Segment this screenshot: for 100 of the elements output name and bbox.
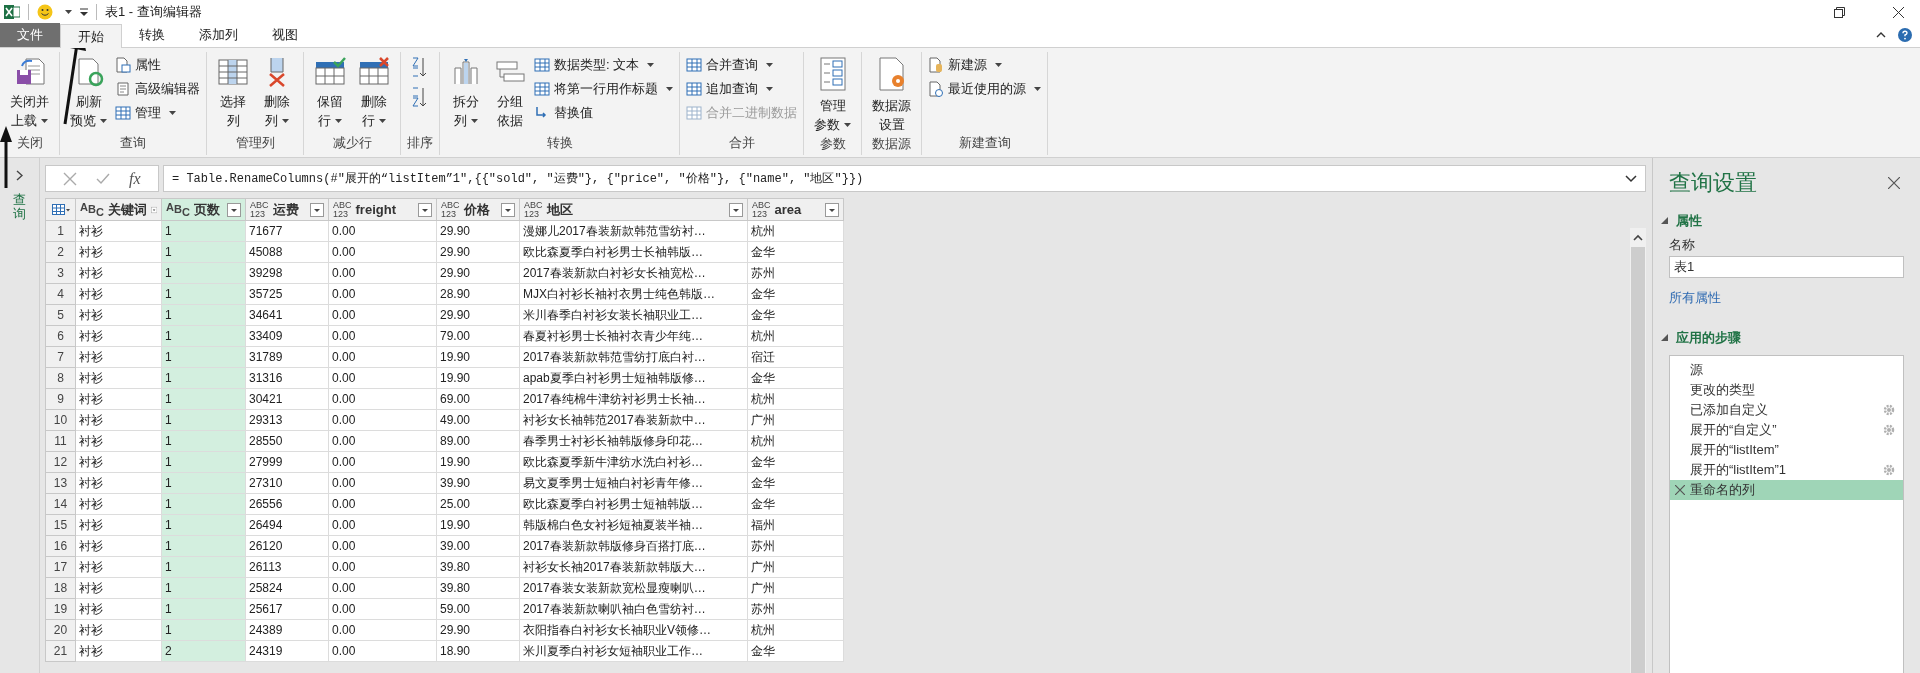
- table-cell: 漫娜儿2017春装新款韩范雪纺衬…: [520, 221, 748, 242]
- filter-dropdown-icon[interactable]: [310, 202, 324, 217]
- close-icon[interactable]: [1888, 176, 1900, 189]
- table-menu-icon[interactable]: [51, 203, 70, 216]
- name-field[interactable]: 表1: [1669, 256, 1904, 278]
- sort-ascending-icon[interactable]: [411, 56, 427, 78]
- ribbon-menu-button[interactable]: 数据类型: 文本: [534, 54, 673, 75]
- caret-icon: [335, 118, 342, 123]
- table-cell: 19.90: [437, 515, 520, 536]
- filter-dropdown-icon[interactable]: [501, 202, 515, 217]
- ribbon-button[interactable]: 拆分 列: [446, 52, 486, 130]
- step-item[interactable]: 更改的类型: [1670, 380, 1903, 400]
- table-cell: 0.00: [329, 473, 437, 494]
- ribbon-menu-button[interactable]: 新建源: [928, 54, 1041, 75]
- any-type-icon[interactable]: ABC 123: [250, 200, 269, 219]
- table-cell: 0.00: [329, 557, 437, 578]
- any-type-icon[interactable]: ABC 123: [752, 200, 771, 219]
- table-cell: 25617: [246, 599, 329, 620]
- any-type-icon[interactable]: ABC 123: [524, 200, 543, 219]
- text-type-icon[interactable]: ABC: [166, 201, 190, 218]
- step-item[interactable]: 源: [1670, 360, 1903, 380]
- ribbon-button[interactable]: 管理 参数: [810, 52, 855, 134]
- sort-descending-icon[interactable]: [411, 86, 427, 108]
- filter-dropdown-icon[interactable]: [418, 202, 432, 217]
- ribbon-menu-button[interactable]: 管理: [115, 102, 200, 123]
- step-item[interactable]: 展开的“自定义”: [1670, 420, 1903, 440]
- help-icon[interactable]: [1898, 28, 1912, 42]
- formula-field[interactable]: = Table.RenameColumns(#"展开的“listItem”1",{{"sold", "运费"}, {"price", "价格"}, {"name", "地区"}}): [163, 165, 1646, 192]
- queries-pane-label[interactable]: 查询: [13, 193, 26, 222]
- customize-toolbar-icon[interactable]: [80, 8, 88, 16]
- row-number: 12: [46, 452, 76, 473]
- row-number: 10: [46, 410, 76, 431]
- step-item[interactable]: 已添加自定义: [1670, 400, 1903, 420]
- step-item[interactable]: 展开的“listItem”: [1670, 440, 1903, 460]
- table-cell: 1: [162, 431, 246, 452]
- ribbon-menu-button[interactable]: 高级编辑器: [115, 78, 200, 99]
- table-cell: 1: [162, 473, 246, 494]
- ribbon-button[interactable]: 保留 行: [310, 52, 350, 130]
- column-header[interactable]: ABC 页数: [162, 199, 246, 221]
- ribbon-button[interactable]: 删除 行: [354, 52, 394, 130]
- expand-chevron-icon[interactable]: [1625, 174, 1637, 183]
- table-cell: 苏州: [748, 599, 844, 620]
- table-cell: 19.90: [437, 368, 520, 389]
- collapse-ribbon-icon[interactable]: [1876, 32, 1886, 38]
- filter-dropdown-icon[interactable]: [729, 202, 743, 217]
- filter-dropdown-icon[interactable]: [825, 202, 839, 217]
- ribbon-button[interactable]: 选择 列: [213, 52, 253, 130]
- table-cell: 29.90: [437, 263, 520, 284]
- function-label[interactable]: fx: [129, 166, 141, 191]
- ribbon-button[interactable]: 数据源 设置: [868, 52, 915, 134]
- table-cell: 米川春季白衬衫女装长袖职业工…: [520, 305, 748, 326]
- table-cell: 35725: [246, 284, 329, 305]
- ribbon-tab[interactable]: 添加列: [182, 23, 255, 47]
- ribbon-menu-button[interactable]: 属性: [115, 54, 200, 75]
- spreadsheet-logo-icon[interactable]: [4, 4, 20, 20]
- ribbon-tab[interactable]: 转换: [122, 23, 182, 47]
- table-cell: 2017春装女装新款宽松显瘦喇叭…: [520, 578, 748, 599]
- all-properties-link[interactable]: 所有属性: [1669, 288, 1721, 308]
- ribbon-button[interactable]: 删除 列: [257, 52, 297, 130]
- ribbon-button[interactable]: 关闭并 上载: [6, 52, 53, 130]
- script-icon: [115, 80, 131, 97]
- ribbon-tab[interactable]: 视图: [255, 23, 315, 47]
- filter-dropdown-icon[interactable]: [227, 202, 241, 217]
- ribbon-button[interactable]: 刷新 预览: [66, 52, 111, 130]
- scroll-up-icon[interactable]: [1633, 234, 1643, 241]
- ribbon-menu-button[interactable]: 替换值: [534, 102, 673, 123]
- row-number: 13: [46, 473, 76, 494]
- ribbon-menu-button[interactable]: 最近使用的源: [928, 78, 1041, 99]
- step-item[interactable]: 展开的“listItem”1: [1670, 460, 1903, 480]
- expand-chevron-icon[interactable]: [16, 170, 23, 181]
- table-cell: 1: [162, 410, 246, 431]
- row-number: 18: [46, 578, 76, 599]
- ribbon-menu-button[interactable]: 合并查询: [686, 54, 797, 75]
- ribbon-tab[interactable]: 文件: [0, 23, 60, 47]
- any-type-icon[interactable]: ABC 123: [441, 200, 460, 219]
- text-type-icon[interactable]: ABC: [80, 201, 104, 218]
- table-cell: 27999: [246, 452, 329, 473]
- restore-window-icon[interactable]: [1834, 6, 1845, 18]
- expand-triangle-icon[interactable]: [1661, 217, 1668, 225]
- scrollbar[interactable]: [1630, 228, 1646, 673]
- any-type-icon[interactable]: ABC 123: [333, 200, 352, 219]
- table-cell: 31789: [246, 347, 329, 368]
- table-cell: 1: [162, 242, 246, 263]
- table-check-icon: [314, 56, 346, 88]
- table-cell: 0.00: [329, 641, 437, 662]
- close-window-icon[interactable]: [1893, 6, 1904, 18]
- ribbon-button[interactable]: 分组 依据: [490, 52, 530, 130]
- smiley-icon[interactable]: [37, 4, 53, 20]
- table-cell: 1: [162, 368, 246, 389]
- expand-triangle-icon[interactable]: [1661, 333, 1668, 341]
- table-cell: 衬衫女长袖韩范2017春装新款中…: [520, 410, 748, 431]
- ribbon-tab[interactable]: 开始: [60, 24, 122, 48]
- delete-step-icon[interactable]: [1675, 485, 1685, 495]
- table-cell: 69.00: [437, 389, 520, 410]
- check-icon[interactable]: [96, 171, 111, 186]
- table-cell: 71677: [246, 221, 329, 242]
- table-cell: 宿迁: [748, 347, 844, 368]
- ribbon-menu-button[interactable]: 追加查询: [686, 78, 797, 99]
- step-item[interactable]: 重命名的列: [1670, 480, 1903, 500]
- ribbon-menu-button[interactable]: 将第一行用作标题: [534, 78, 673, 99]
